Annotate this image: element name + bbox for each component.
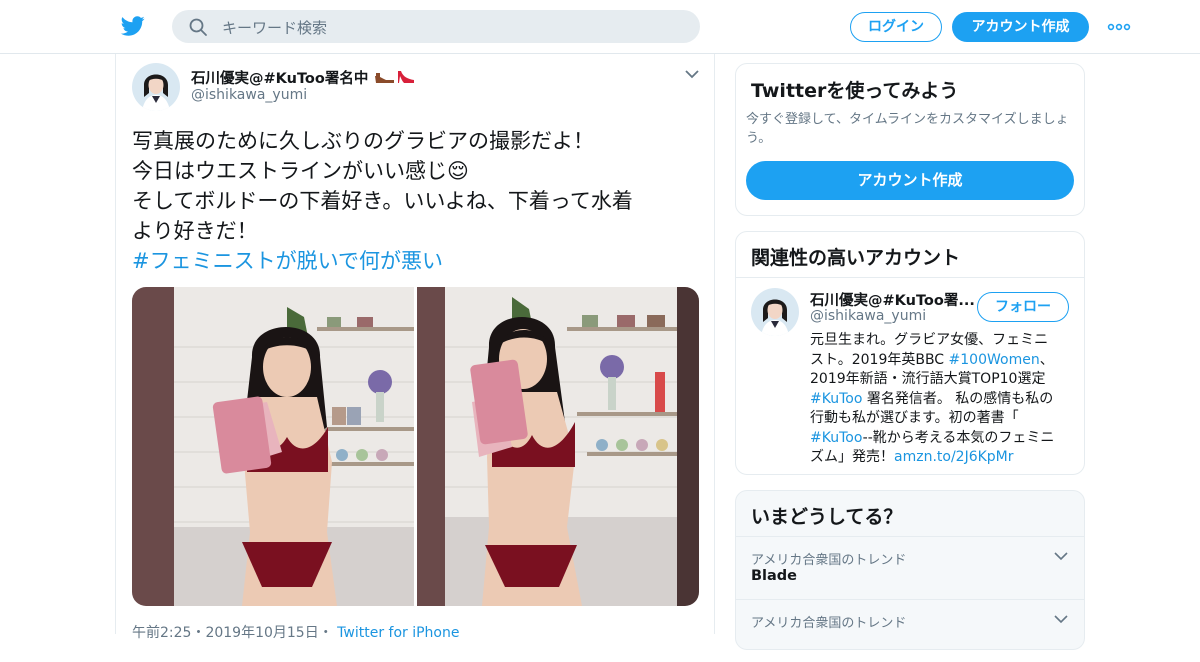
- tweet-line: 今日はウエストラインがいい感じ😌: [132, 159, 469, 183]
- search-icon: [189, 18, 207, 36]
- bio-line: ズム」発売！amzn.to/2J6KpMr: [810, 449, 1014, 465]
- create-account-button[interactable]: アカウント作成: [746, 161, 1074, 200]
- trend-name[interactable]: Blade: [751, 568, 797, 584]
- bio-line: スト。2019年英BBC #100Women、: [810, 351, 1054, 368]
- trend-item[interactable]: アメリカ合衆国のトレンド: [736, 599, 1084, 662]
- author-name[interactable]: 石川優実@#KuToo署名中: [191, 67, 416, 88]
- login-button[interactable]: ログイン: [850, 12, 942, 42]
- related-account-bio: 元旦生まれ。グラビア女優、フェミニ スト。2019年英BBC #100Women…: [810, 331, 1072, 468]
- trends-card: いまどうしてる？ アメリカ合衆国のトレンド Blade アメリカ合衆国のトレンド: [735, 490, 1085, 650]
- chevron-down-icon[interactable]: [684, 68, 700, 80]
- bio-line: 行動も私が選びます。初の著書「: [810, 410, 1019, 426]
- tweet-column: 石川優実@#KuToo署名中 @ishikawa_yumi 写真展のために久しぶ…: [115, 54, 715, 641]
- bio-line: #KuToo--靴から考える本気のフェミニ: [810, 429, 1055, 446]
- shoe-emoji-icon: [375, 73, 395, 83]
- tweet-meta: 午前2:25・2019年10月15日・ Twitter for iPhone: [132, 622, 460, 642]
- avatar[interactable]: [751, 288, 799, 336]
- signup-card-description: 今すぐ登録して、タイムラインをカスタマイズしましょう。: [746, 112, 1069, 146]
- tweet-line: より好きだ！: [132, 219, 258, 243]
- related-accounts-card: 関連性の高いアカウント 石川優実@#KuToo署... @ishikawa_yu…: [735, 231, 1085, 475]
- source-link[interactable]: Twitter for iPhone: [337, 625, 459, 641]
- chevron-down-icon[interactable]: [1054, 551, 1068, 561]
- hashtag-link[interactable]: #100Women: [949, 352, 1040, 368]
- tweet-photo-2[interactable]: [417, 287, 699, 606]
- hashtag-link[interactable]: #KuToo: [810, 391, 862, 407]
- timestamp[interactable]: 午前2:25・2019年10月15日・: [132, 625, 333, 641]
- search-box[interactable]: キーワード検索: [172, 10, 700, 43]
- trend-context: アメリカ合衆国のトレンド: [751, 553, 907, 568]
- tweet-line: 写真展のために久しぶりのグラビアの撮影だよ！: [132, 129, 594, 153]
- hashtag-link[interactable]: #フェミニストが脱いで何が悪い: [132, 246, 704, 276]
- tweet-line: そしてボルドーの下着好き。いいよね、下着って水着: [132, 189, 633, 213]
- amazon-link[interactable]: amzn.to/2J6KpMr: [894, 449, 1014, 465]
- related-account-name[interactable]: 石川優実@#KuToo署...: [810, 289, 975, 310]
- bio-line: 2019年新語・流行語大賞TOP10選定: [810, 371, 1046, 387]
- tweet-media[interactable]: [132, 287, 699, 606]
- more-options-icon[interactable]: [1106, 14, 1132, 40]
- signup-button[interactable]: アカウント作成: [952, 12, 1089, 42]
- hashtag-link[interactable]: #KuToo: [810, 430, 863, 446]
- bio-line: #KuToo 署名発信者。 私の感情も私の: [810, 390, 1054, 407]
- twitter-bird-logo-icon[interactable]: [120, 14, 146, 38]
- signup-card: Twitterを使ってみよう 今すぐ登録して、タイムラインをカスタマイズしましょ…: [735, 63, 1085, 216]
- chevron-down-icon[interactable]: [1054, 614, 1068, 624]
- search-input[interactable]: キーワード検索: [222, 17, 327, 38]
- divider: [736, 277, 1084, 278]
- top-bar: キーワード検索 ログイン アカウント作成: [0, 0, 1200, 54]
- bio-line: 元旦生まれ。グラビア女優、フェミニ: [810, 332, 1049, 348]
- trend-context: アメリカ合衆国のトレンド: [751, 616, 907, 631]
- signup-card-title: Twitterを使ってみよう: [751, 80, 959, 102]
- tweet-photo-1[interactable]: [132, 287, 414, 606]
- trend-item[interactable]: アメリカ合衆国のトレンド Blade: [736, 536, 1084, 599]
- trends-title: いまどうしてる？: [751, 506, 903, 528]
- tweet-text: 写真展のために久しぶりのグラビアの撮影だよ！ 今日はウエストラインがいい感じ😌 …: [132, 126, 704, 276]
- author-handle[interactable]: @ishikawa_yumi: [191, 87, 307, 103]
- follow-button[interactable]: フォロー: [977, 292, 1069, 322]
- high-heel-emoji-icon: [398, 71, 415, 83]
- related-accounts-title: 関連性の高いアカウント: [751, 247, 961, 269]
- avatar[interactable]: [132, 63, 180, 111]
- related-account-handle[interactable]: @ishikawa_yumi: [810, 308, 926, 324]
